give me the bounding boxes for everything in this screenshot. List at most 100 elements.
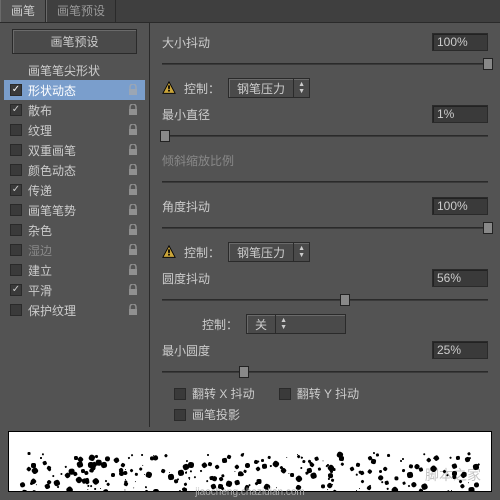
lock-icon	[127, 204, 139, 216]
checkbox-icon[interactable]	[10, 204, 22, 216]
stepper-icon: ▲▼	[275, 315, 291, 333]
sidebar-item-11[interactable]: 平滑	[4, 280, 145, 300]
sidebar-label: 保护纹理	[28, 302, 76, 319]
checkbox-icon[interactable]	[10, 84, 22, 96]
lock-icon	[127, 164, 139, 176]
sidebar-label: 平滑	[28, 282, 52, 299]
sidebar-label: 形状动态	[28, 82, 76, 99]
lock-icon	[127, 304, 139, 316]
dropdown-control-1[interactable]: 钢笔压力 ▲▼	[228, 78, 310, 98]
sidebar-item-3[interactable]: 纹理	[4, 120, 145, 140]
sidebar-label: 传递	[28, 182, 52, 199]
input-min-roundness[interactable]: 25%	[432, 341, 488, 359]
slider-roundness-jitter[interactable]	[162, 293, 488, 307]
lock-icon	[127, 244, 139, 256]
row-size-jitter: 大小抖动 100%	[162, 31, 488, 53]
checkbox-brush-projection[interactable]: 画笔投影	[174, 406, 240, 423]
warning-icon	[162, 81, 176, 95]
footer-url: jiaocheng.chazidian.com	[0, 487, 500, 498]
row-angle-jitter: 角度抖动 100%	[162, 195, 488, 217]
sidebar-item-5[interactable]: 颜色动态	[4, 160, 145, 180]
row-control-1: 控制： 钢笔压力 ▲▼	[162, 77, 488, 99]
checkbox-icon[interactable]	[10, 224, 22, 236]
sidebar-item-2[interactable]: 散布	[4, 100, 145, 120]
tab-bar: 画笔 画笔预设	[0, 0, 500, 22]
sidebar-item-7[interactable]: 画笔笔势	[4, 200, 145, 220]
lock-icon	[127, 144, 139, 156]
label-roundness-jitter: 圆度抖动	[162, 270, 210, 287]
sidebar-label: 画笔笔势	[28, 202, 76, 219]
settings-content: 大小抖动 100% 控制： 钢笔压力 ▲▼ 最小直径 1% 倾斜缩放比例	[150, 23, 500, 427]
sidebar-item-4[interactable]: 双重画笔	[4, 140, 145, 160]
sidebar: 画笔预设 画笔笔尖形状形状动态散布纹理双重画笔颜色动态传递画笔笔势杂色湿边建立平…	[0, 23, 150, 427]
sidebar-item-9[interactable]: 湿边	[4, 240, 145, 260]
label-control-3: 控制：	[202, 316, 238, 333]
checkbox-flip-y[interactable]: 翻转 Y 抖动	[279, 385, 359, 402]
lock-icon	[127, 264, 139, 276]
input-angle-jitter[interactable]: 100%	[432, 197, 488, 215]
stepper-icon: ▲▼	[293, 79, 309, 97]
label-min-diameter: 最小直径	[162, 106, 210, 123]
sidebar-label: 杂色	[28, 222, 52, 239]
checkbox-icon[interactable]	[10, 144, 22, 156]
label-control-1: 控制：	[184, 80, 220, 97]
row-tilt-scale: 倾斜缩放比例	[162, 149, 488, 171]
label-control-2: 控制：	[184, 244, 220, 261]
slider-tilt-scale	[162, 175, 488, 189]
lock-icon	[127, 284, 139, 296]
checkbox-flip-x[interactable]: 翻转 X 抖动	[174, 385, 255, 402]
input-size-jitter[interactable]: 100%	[432, 33, 488, 51]
checkbox-icon[interactable]	[10, 184, 22, 196]
checkbox-icon[interactable]	[10, 264, 22, 276]
slider-size-jitter[interactable]	[162, 57, 488, 71]
slider-angle-jitter[interactable]	[162, 221, 488, 235]
label-angle-jitter: 角度抖动	[162, 198, 210, 215]
lock-icon	[127, 84, 139, 96]
label-tilt-scale: 倾斜缩放比例	[162, 152, 234, 169]
checkbox-icon[interactable]	[10, 244, 22, 256]
sidebar-label: 建立	[28, 262, 52, 279]
sidebar-item-1[interactable]: 形状动态	[4, 80, 145, 100]
row-min-diameter: 最小直径 1%	[162, 103, 488, 125]
dropdown-control-2[interactable]: 钢笔压力 ▲▼	[228, 242, 310, 262]
sidebar-label: 画笔笔尖形状	[28, 62, 100, 79]
sidebar-item-12[interactable]: 保护纹理	[4, 300, 145, 320]
row-control-2: 控制： 钢笔压力 ▲▼	[162, 241, 488, 263]
checkbox-icon[interactable]	[10, 284, 22, 296]
sidebar-label: 双重画笔	[28, 142, 76, 159]
lock-icon	[127, 104, 139, 116]
label-min-roundness: 最小圆度	[162, 342, 210, 359]
input-roundness-jitter[interactable]: 56%	[432, 269, 488, 287]
tab-preset[interactable]: 画笔预设	[46, 0, 116, 22]
lock-icon	[127, 184, 139, 196]
checkbox-icon[interactable]	[10, 304, 22, 316]
input-min-diameter[interactable]: 1%	[432, 105, 488, 123]
row-control-3: 控制： 关 ▲▼	[162, 313, 488, 335]
sidebar-item-10[interactable]: 建立	[4, 260, 145, 280]
sidebar-label: 纹理	[28, 122, 52, 139]
brush-panel: 画笔 画笔预设 画笔预设 画笔笔尖形状形状动态散布纹理双重画笔颜色动态传递画笔笔…	[0, 0, 500, 500]
sidebar-label: 湿边	[28, 242, 52, 259]
projection-row: 画笔投影	[162, 406, 488, 423]
brush-preset-button[interactable]: 画笔预设	[12, 29, 137, 54]
lock-icon	[127, 124, 139, 136]
checkbox-icon[interactable]	[10, 104, 22, 116]
checkbox-icon[interactable]	[10, 164, 22, 176]
checkbox-icon[interactable]	[10, 124, 22, 136]
stepper-icon: ▲▼	[293, 243, 309, 261]
brush-preview: 脚本之家	[8, 431, 492, 492]
sidebar-item-8[interactable]: 杂色	[4, 220, 145, 240]
tab-brush[interactable]: 画笔	[0, 0, 46, 22]
row-min-roundness: 最小圆度 25%	[162, 339, 488, 361]
slider-min-diameter[interactable]	[162, 129, 488, 143]
panel-body: 画笔预设 画笔笔尖形状形状动态散布纹理双重画笔颜色动态传递画笔笔势杂色湿边建立平…	[0, 22, 500, 427]
slider-min-roundness[interactable]	[162, 365, 488, 379]
row-roundness-jitter: 圆度抖动 56%	[162, 267, 488, 289]
dropdown-control-3[interactable]: 关 ▲▼	[246, 314, 346, 334]
lock-icon	[127, 224, 139, 236]
sidebar-label: 颜色动态	[28, 162, 76, 179]
sidebar-label: 散布	[28, 102, 52, 119]
sidebar-item-0[interactable]: 画笔笔尖形状	[4, 60, 145, 80]
warning-icon	[162, 245, 176, 259]
sidebar-item-6[interactable]: 传递	[4, 180, 145, 200]
